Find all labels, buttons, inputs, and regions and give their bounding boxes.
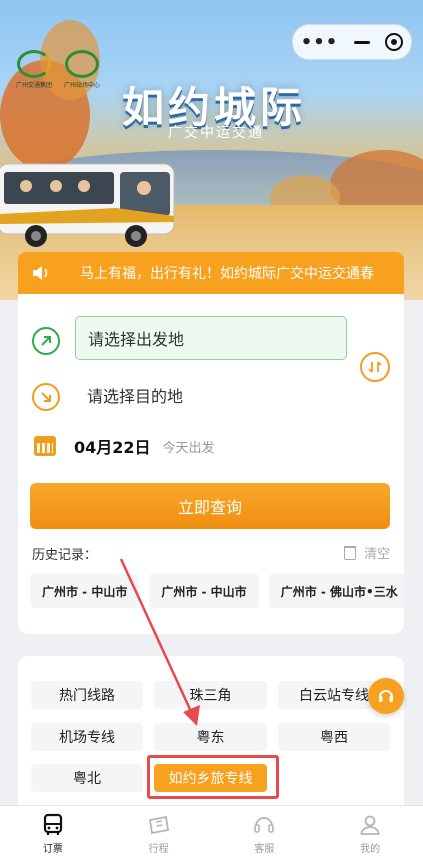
annotation-arrow: [119, 558, 200, 726]
annotation-highlight-box: [147, 755, 279, 799]
bus-icon: [43, 813, 62, 835]
tab-service[interactable]: 客服: [212, 806, 318, 861]
user-icon: [360, 815, 380, 835]
headset-icon: [254, 816, 275, 833]
tab-booking[interactable]: 订票: [0, 806, 106, 861]
bottom-tab-bar: 订票 行程 客服 我的: [0, 805, 423, 861]
tab-trips[interactable]: 行程: [106, 806, 212, 861]
ticket-icon: [148, 815, 169, 834]
tab-profile[interactable]: 我的: [317, 806, 423, 861]
